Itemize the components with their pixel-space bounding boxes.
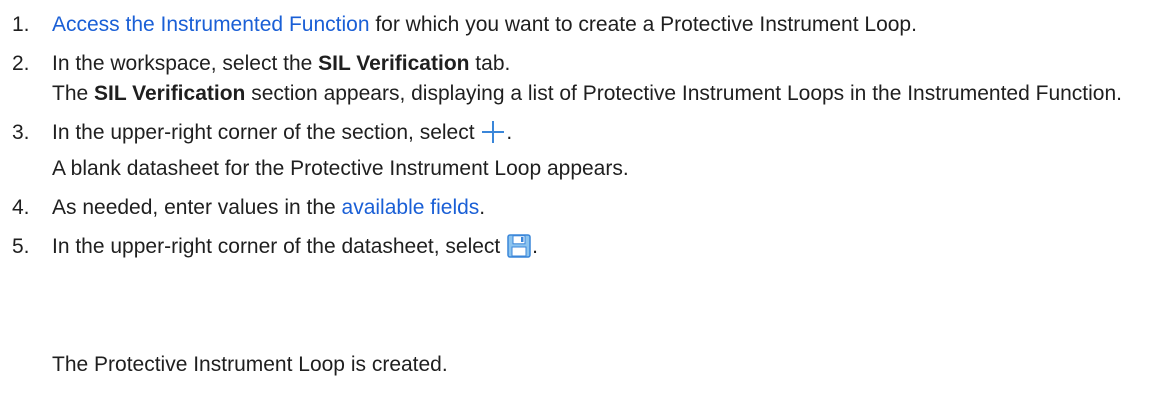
step-text: In the upper-right corner of the datashe… [52, 235, 507, 258]
step-3: 3. In the upper-right corner of the sect… [12, 118, 1152, 184]
step-5: 5. In the upper-right corner of the data… [12, 232, 1152, 268]
step-number: 2. [12, 52, 30, 75]
step-text: . [506, 121, 513, 144]
step-text: In the workspace, select the [52, 52, 319, 75]
step-text: for which you want to create a Protectiv… [369, 13, 917, 36]
procedure-steps: 1. Access the Instrumented Function for … [12, 10, 1152, 277]
step-number: 4. [12, 196, 30, 219]
final-result: The Protective Instrument Loop is create… [52, 353, 448, 376]
step-text: . [532, 235, 538, 258]
step-result: The SIL Verification section appears, di… [52, 79, 1152, 109]
step-text: In the upper-right corner of the section… [52, 121, 481, 144]
available-fields-link[interactable]: available fields [342, 196, 480, 219]
step-text: As needed, enter values in the [52, 196, 342, 219]
step-result: A blank datasheet for the Protective Ins… [52, 157, 629, 180]
step-4: 4. As needed, enter values in the availa… [12, 193, 1152, 223]
step-result-text: section appears, displaying a list of Pr… [245, 82, 1122, 105]
ui-term: SIL Verification [94, 82, 246, 105]
step-1: 1. Access the Instrumented Function for … [12, 10, 1152, 40]
step-number: 3. [12, 121, 30, 144]
plus-icon [480, 119, 506, 154]
save-icon [506, 233, 532, 268]
step-text: . [479, 196, 486, 219]
step-2: 2. In the workspace, select the SIL Veri… [12, 49, 1152, 109]
ui-term: SIL Verification [318, 52, 470, 75]
step-number: 1. [12, 13, 30, 36]
step-text: tab. [469, 52, 511, 75]
step-number: 5. [12, 235, 30, 258]
step-result-text: The [52, 82, 95, 105]
access-instrumented-function-link[interactable]: Access the Instrumented Function [52, 13, 370, 36]
